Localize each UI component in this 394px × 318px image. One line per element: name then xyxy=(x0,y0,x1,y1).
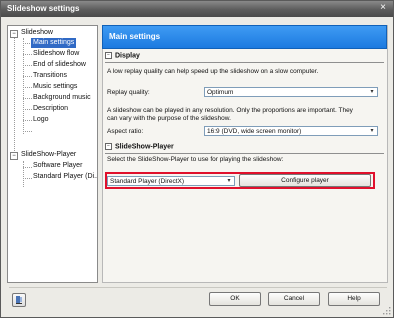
tree-item-description[interactable]: Description xyxy=(33,104,68,114)
title-bar[interactable]: Slideshow settings × xyxy=(1,1,393,17)
tree-item-logo[interactable]: Logo xyxy=(33,115,49,125)
tree-item-transitions[interactable]: Transitions xyxy=(33,71,67,81)
display-description: A low replay quality can help speed up t… xyxy=(107,68,319,75)
help-button[interactable]: Help xyxy=(328,292,380,306)
aspect-description-line1: A slideshow can be played in any resolut… xyxy=(107,107,353,114)
page-title: Main settings xyxy=(109,32,161,41)
page-banner: Main settings xyxy=(102,25,387,49)
tree-item-standard-player[interactable]: Standard Player (Di... xyxy=(33,172,97,182)
tree-item-background-music[interactable]: Background music xyxy=(33,93,91,103)
configure-player-button[interactable]: Configure player xyxy=(239,174,371,187)
tree-item-slideshow-flow[interactable]: Slideshow flow xyxy=(33,49,79,59)
resize-grip-icon[interactable] xyxy=(383,307,391,315)
ok-button[interactable]: OK xyxy=(209,292,261,306)
replay-quality-label: Replay quality: xyxy=(107,89,150,96)
window-title: Slideshow settings xyxy=(7,4,80,13)
player-description: Select the SlideShow-Player to use for p… xyxy=(107,156,284,163)
tree-item-slideshow[interactable]: Slideshow xyxy=(21,28,53,38)
player-section-title: SlideShow-Player xyxy=(115,143,174,151)
display-section-title: Display xyxy=(115,52,140,60)
tree-item-software-player[interactable]: Software Player xyxy=(33,161,82,171)
tree-item-main-settings[interactable]: Main settings xyxy=(31,38,77,48)
collapse-icon[interactable]: − xyxy=(105,52,112,59)
tree-item-slideshow-player[interactable]: SlideShow-Player xyxy=(21,150,76,160)
aspect-description-line2: can vary with the purpose of the slidesh… xyxy=(107,115,231,122)
replay-quality-select[interactable]: Optimum ▾ xyxy=(204,87,378,97)
close-icon[interactable]: × xyxy=(377,2,389,14)
aspect-ratio-value: 16:9 (DVD, wide screen monitor) xyxy=(207,128,302,135)
slideshow-settings-dialog: Slideshow settings × − Slideshow Main se… xyxy=(0,0,394,318)
info-icon[interactable] xyxy=(12,293,26,307)
replay-quality-value: Optimum xyxy=(207,89,234,96)
settings-tree[interactable]: − Slideshow Main settings Slideshow flow… xyxy=(7,25,98,283)
tree-item-music-settings[interactable]: Music settings xyxy=(33,82,77,92)
slideshow-expander-icon[interactable]: − xyxy=(10,30,18,38)
chevron-down-icon: ▾ xyxy=(370,128,374,134)
aspect-ratio-label: Aspect ratio: xyxy=(107,128,144,135)
cancel-button[interactable]: Cancel xyxy=(268,292,320,306)
collapse-icon[interactable]: − xyxy=(105,143,112,150)
tree-item-end-of-slideshow[interactable]: End of slideshow xyxy=(33,60,86,70)
player-value: Standard Player (DirectX) xyxy=(110,178,185,185)
player-section-header[interactable]: − SlideShow-Player xyxy=(105,143,384,154)
chevron-down-icon: ▾ xyxy=(227,178,231,184)
chevron-down-icon: ▾ xyxy=(370,89,374,95)
settings-panel xyxy=(102,25,388,283)
player-expander-icon[interactable]: − xyxy=(10,152,18,160)
player-select[interactable]: Standard Player (DirectX) ▾ xyxy=(107,176,235,186)
display-section-header[interactable]: − Display xyxy=(105,52,384,63)
aspect-ratio-select[interactable]: 16:9 (DVD, wide screen monitor) ▾ xyxy=(204,126,378,136)
footer-divider xyxy=(9,287,387,288)
